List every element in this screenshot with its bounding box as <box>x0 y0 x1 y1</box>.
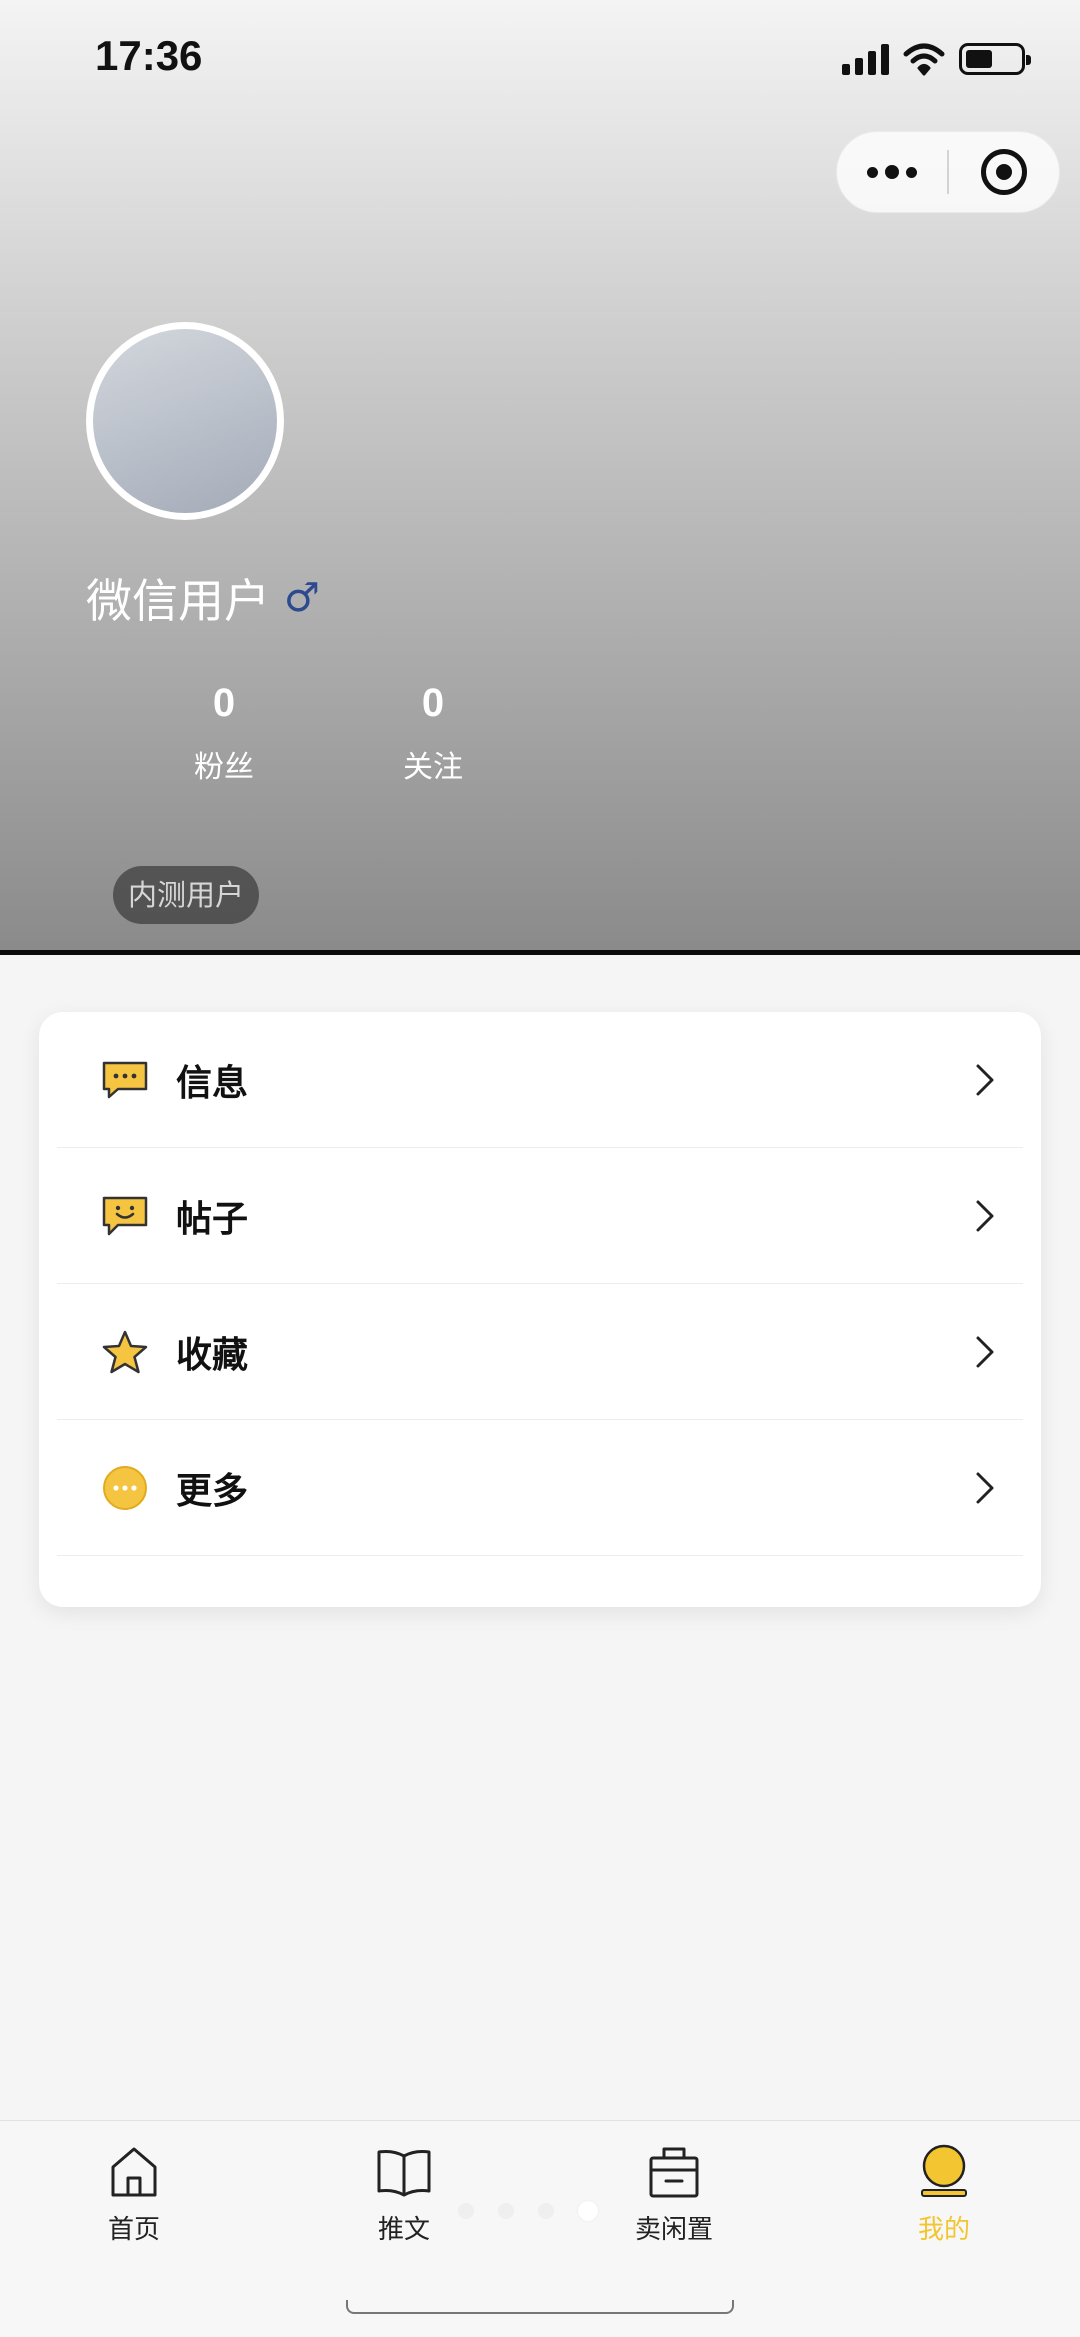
menu-item-favorites[interactable]: 收藏 <box>57 1284 1023 1420</box>
menu-label-favorites: 收藏 <box>176 1334 249 1376</box>
tab-label-sell: 卖闲置 <box>634 2215 713 2245</box>
tab-articles[interactable]: 推文 <box>324 2141 484 2246</box>
chevron-right-icon <box>965 1332 1005 1372</box>
tab-label-home: 首页 <box>107 2215 160 2245</box>
smile-chat-icon <box>100 1191 150 1241</box>
tab-mine[interactable]: 我的 <box>864 2141 1024 2246</box>
home-indicator <box>346 2300 734 2314</box>
chevron-right-icon <box>965 1060 1005 1100</box>
close-program-button[interactable] <box>949 131 1059 213</box>
profile-header: 17:36 微信用户 ♂ 0 粉丝 0 关注 内测用户 <box>0 0 1080 955</box>
chevron-right-icon <box>965 1196 1005 1236</box>
stat-following[interactable]: 0 关注 <box>353 672 513 786</box>
menu-item-more[interactable]: 更多 <box>57 1420 1023 1556</box>
fans-count: 0 <box>212 681 236 725</box>
home-icon <box>54 2141 214 2203</box>
beta-user-badge: 内测用户 <box>113 866 260 924</box>
stat-fans[interactable]: 0 粉丝 <box>144 672 304 786</box>
menu-label-more: 更多 <box>176 1470 249 1512</box>
mini-program-capsule <box>836 131 1060 213</box>
avatar[interactable] <box>86 322 284 520</box>
tab-label-mine: 我的 <box>917 2215 970 2245</box>
username: 微信用户 <box>86 574 270 628</box>
star-icon <box>100 1327 150 1377</box>
tab-label-articles: 推文 <box>377 2215 430 2245</box>
menu-label-messages: 信息 <box>176 1062 249 1104</box>
male-gender-icon: ♂ <box>284 575 320 621</box>
tab-sell-secondhand[interactable]: 卖闲置 <box>594 2141 754 2246</box>
menu-item-posts[interactable]: 帖子 <box>57 1148 1023 1284</box>
bag-icon <box>594 2141 754 2203</box>
following-count: 0 <box>421 681 445 725</box>
chevron-right-icon <box>965 1468 1005 1508</box>
target-icon <box>981 149 1027 195</box>
status-time: 17:36 <box>95 32 203 79</box>
following-label: 关注 <box>403 750 463 785</box>
wifi-icon <box>903 43 945 76</box>
fans-label: 粉丝 <box>194 750 254 785</box>
username-row: 微信用户 ♂ <box>86 565 320 631</box>
message-icon <box>100 1055 150 1105</box>
signal-icon <box>842 43 889 75</box>
status-icons <box>842 38 1031 80</box>
menu-item-messages[interactable]: 信息 <box>57 1012 1023 1148</box>
book-icon <box>324 2141 484 2203</box>
battery-icon <box>959 43 1031 75</box>
tab-home[interactable]: 首页 <box>54 2141 214 2246</box>
user-icon <box>864 2141 1024 2203</box>
menu-card: 信息 帖子 收藏 更多 <box>39 1012 1041 1607</box>
more-options-button[interactable] <box>837 131 947 213</box>
more-circle-icon <box>100 1463 150 1513</box>
menu-label-posts: 帖子 <box>176 1198 249 1240</box>
